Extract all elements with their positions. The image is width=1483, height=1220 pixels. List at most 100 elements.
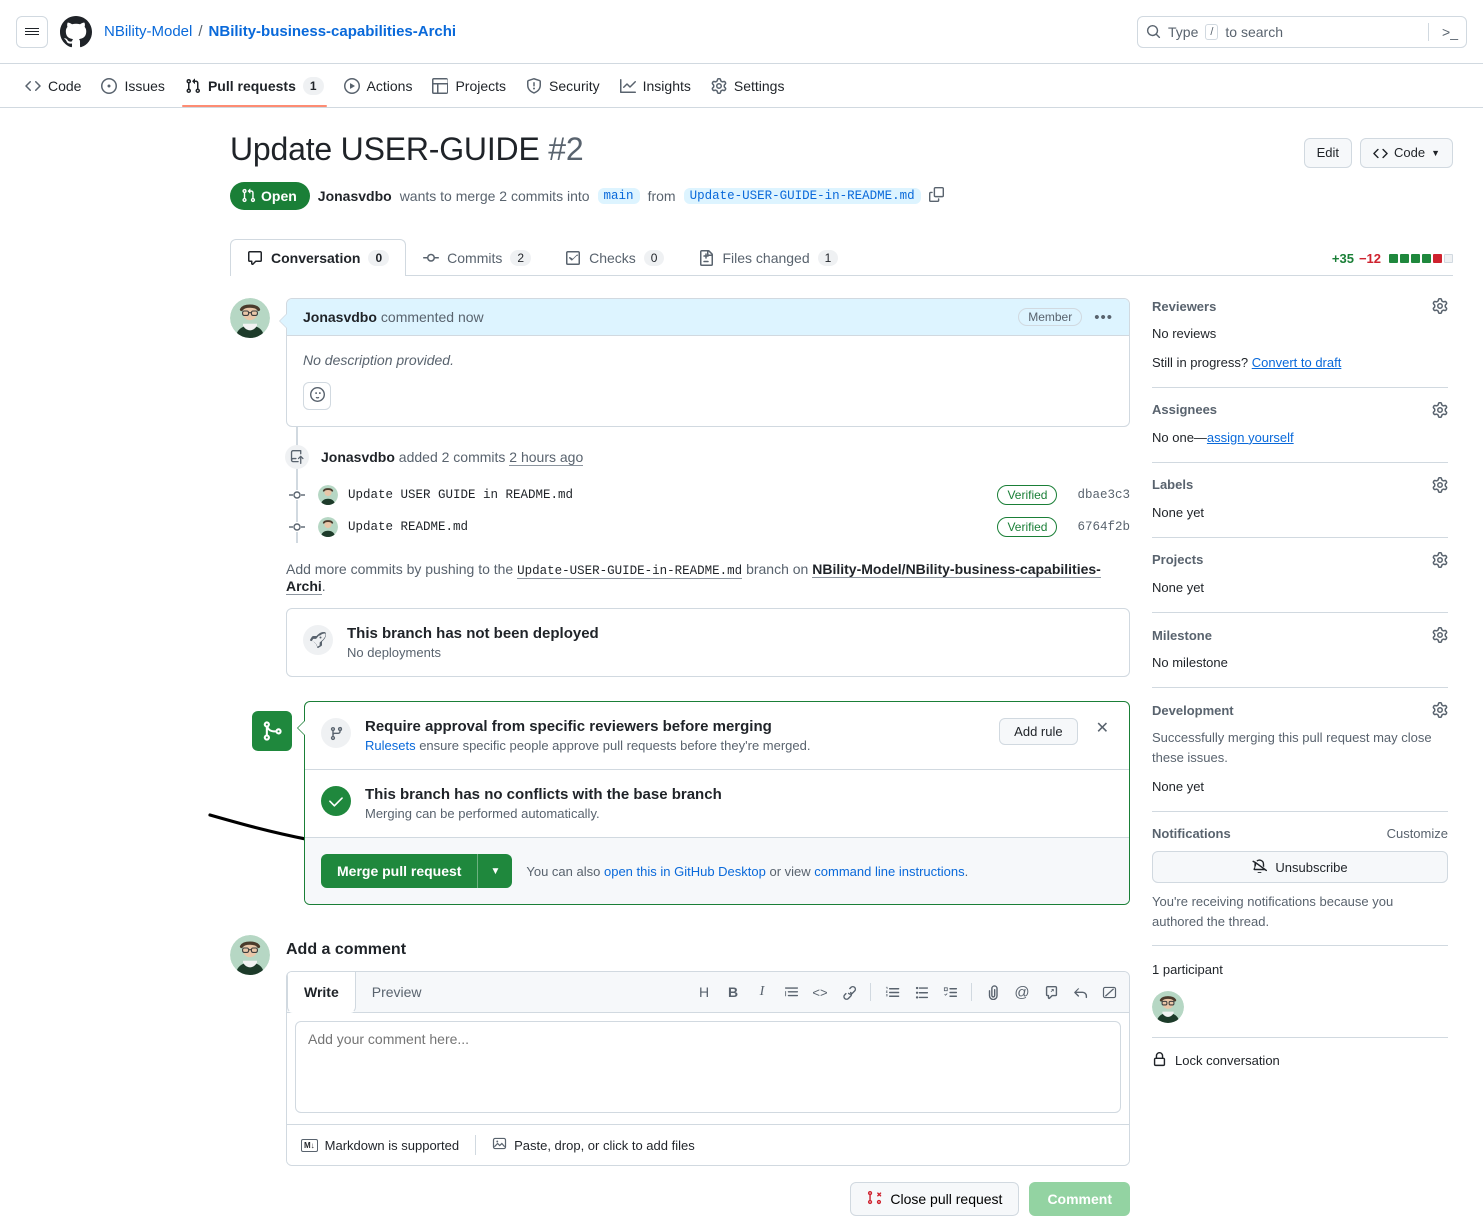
- tab-conversation[interactable]: Conversation 0: [230, 239, 406, 276]
- commit-sha[interactable]: dbae3c3: [1077, 488, 1130, 502]
- gear-icon[interactable]: [1432, 552, 1448, 568]
- commit-row: Update USER GUIDE in README.md Verified …: [286, 479, 1130, 511]
- nav-item-pull-requests[interactable]: Pull requests 1: [176, 64, 333, 107]
- breadcrumb-owner[interactable]: NBility-Model: [104, 23, 192, 40]
- head-branch-chip[interactable]: Update-USER-GUIDE-in-README.md: [684, 188, 921, 204]
- mention-icon[interactable]: @: [1014, 984, 1030, 1001]
- avatar[interactable]: [230, 298, 270, 338]
- customize-notifications-link[interactable]: Customize: [1387, 826, 1448, 841]
- markdown-icon[interactable]: [1101, 985, 1117, 1000]
- nav-item-pull-requests-count: 1: [303, 77, 324, 95]
- comment-author[interactable]: Jonasvdbo: [303, 309, 377, 325]
- kebab-horizontal-icon[interactable]: •••: [1094, 309, 1113, 326]
- lock-conversation-button[interactable]: Lock conversation: [1152, 1052, 1448, 1070]
- participants-title: 1 participant: [1152, 960, 1448, 980]
- attach-file-icon[interactable]: [985, 985, 1001, 1000]
- play-icon: [344, 78, 360, 94]
- quote-icon[interactable]: [783, 985, 799, 1000]
- milestone-value: No milestone: [1152, 653, 1448, 673]
- close-icon[interactable]: ✕: [1092, 718, 1113, 738]
- ordered-list-icon[interactable]: [884, 985, 900, 1000]
- tab-write[interactable]: Write: [287, 972, 356, 1013]
- avatar[interactable]: [230, 935, 270, 975]
- repo-push-icon: [285, 445, 309, 469]
- unordered-list-icon[interactable]: [913, 985, 929, 1000]
- add-more-branch[interactable]: Update-USER-GUIDE-in-README.md: [517, 564, 742, 579]
- search-divider: [1428, 23, 1429, 41]
- link-icon[interactable]: [841, 985, 857, 1000]
- tab-preview[interactable]: Preview: [356, 972, 439, 1012]
- nav-item-actions[interactable]: Actions: [335, 64, 422, 107]
- nav-item-projects-label: Projects: [455, 78, 506, 94]
- attach-files-note[interactable]: Paste, drop, or click to add files: [492, 1136, 711, 1154]
- close-pull-request-button[interactable]: Close pull request: [850, 1182, 1019, 1216]
- tab-checks[interactable]: Checks 0: [548, 239, 681, 276]
- avatar[interactable]: [1152, 991, 1184, 1023]
- diff-block: [1411, 254, 1420, 263]
- terminal-icon[interactable]: >_: [1436, 24, 1458, 40]
- sidebar-section-lock: Lock conversation: [1152, 1052, 1448, 1084]
- diff-blocks: [1389, 254, 1453, 263]
- nav-item-issues[interactable]: Issues: [92, 64, 173, 107]
- add-rule-button[interactable]: Add rule: [999, 718, 1077, 745]
- nav-item-insights[interactable]: Insights: [611, 64, 700, 107]
- search-input[interactable]: Type / to search >_: [1137, 16, 1467, 48]
- avatar[interactable]: [318, 485, 338, 505]
- base-branch-chip[interactable]: main: [598, 188, 640, 204]
- nav-item-security[interactable]: Security: [517, 64, 609, 107]
- code-icon: [25, 78, 41, 94]
- tab-files-changed[interactable]: Files changed 1: [681, 239, 855, 276]
- member-badge: Member: [1018, 308, 1082, 326]
- rocket-icon: [303, 625, 333, 655]
- reply-icon[interactable]: [1072, 985, 1088, 1000]
- hamburger-menu-button[interactable]: [16, 16, 48, 48]
- code-icon[interactable]: <>: [812, 985, 828, 1000]
- heading-icon[interactable]: H: [696, 984, 712, 1000]
- verified-badge[interactable]: Verified: [997, 485, 1057, 505]
- merge-pull-request-button[interactable]: Merge pull request ▼: [321, 854, 512, 888]
- timeline-time[interactable]: 2 hours ago: [509, 449, 583, 466]
- gear-icon[interactable]: [1432, 402, 1448, 418]
- gear-icon[interactable]: [1432, 298, 1448, 314]
- comment-textarea[interactable]: [295, 1021, 1121, 1113]
- markdown-supported-note[interactable]: M↓ Markdown is supported: [301, 1138, 475, 1153]
- breadcrumb-repo[interactable]: NBility-business-capabilities-Archi: [209, 23, 457, 40]
- tab-commits[interactable]: Commits 2: [406, 239, 548, 276]
- nav-item-insights-label: Insights: [643, 78, 691, 94]
- nav-item-settings[interactable]: Settings: [702, 64, 794, 107]
- attach-files-label: Paste, drop, or click to add files: [514, 1138, 695, 1153]
- nav-item-projects[interactable]: Projects: [423, 64, 515, 107]
- github-logo-icon[interactable]: [60, 16, 92, 48]
- assign-yourself-link[interactable]: assign yourself: [1207, 430, 1294, 445]
- cross-reference-icon[interactable]: [1043, 985, 1059, 1000]
- bold-icon[interactable]: B: [725, 984, 741, 1000]
- add-reaction-button[interactable]: [303, 382, 331, 410]
- timeline-author[interactable]: Jonasvdbo: [321, 449, 395, 465]
- commit-sha[interactable]: 6764f2b: [1077, 520, 1130, 534]
- breadcrumb-separator: /: [198, 23, 202, 40]
- merge-dropdown-toggle[interactable]: ▼: [477, 854, 512, 888]
- code-button[interactable]: Code ▼: [1360, 138, 1453, 168]
- github-desktop-link[interactable]: open this in GitHub Desktop: [604, 864, 766, 879]
- command-line-instructions-link[interactable]: command line instructions: [814, 864, 964, 879]
- pr-author[interactable]: Jonasvdbo: [318, 188, 392, 204]
- verified-badge[interactable]: Verified: [997, 517, 1057, 537]
- commit-message[interactable]: Update README.md: [348, 520, 468, 534]
- commit-message[interactable]: Update USER GUIDE in README.md: [348, 488, 573, 502]
- copy-icon[interactable]: [929, 187, 944, 205]
- gear-icon[interactable]: [1432, 477, 1448, 493]
- nav-item-code[interactable]: Code: [16, 64, 90, 107]
- task-list-icon[interactable]: [942, 985, 958, 1000]
- gear-icon[interactable]: [1432, 627, 1448, 643]
- avatar[interactable]: [318, 517, 338, 537]
- convert-to-draft-link[interactable]: Convert to draft: [1252, 355, 1342, 370]
- toolbar-divider: [870, 983, 871, 1001]
- add-comment-heading: Add a comment: [286, 941, 1130, 959]
- italic-icon[interactable]: I: [754, 984, 770, 1000]
- unsubscribe-button[interactable]: Unsubscribe: [1152, 851, 1448, 883]
- edit-button[interactable]: Edit: [1304, 138, 1352, 168]
- gear-icon[interactable]: [1432, 702, 1448, 718]
- comment-action: commented now: [381, 309, 484, 325]
- rulesets-link[interactable]: Rulesets: [365, 738, 416, 753]
- comment-button[interactable]: Comment: [1029, 1182, 1130, 1216]
